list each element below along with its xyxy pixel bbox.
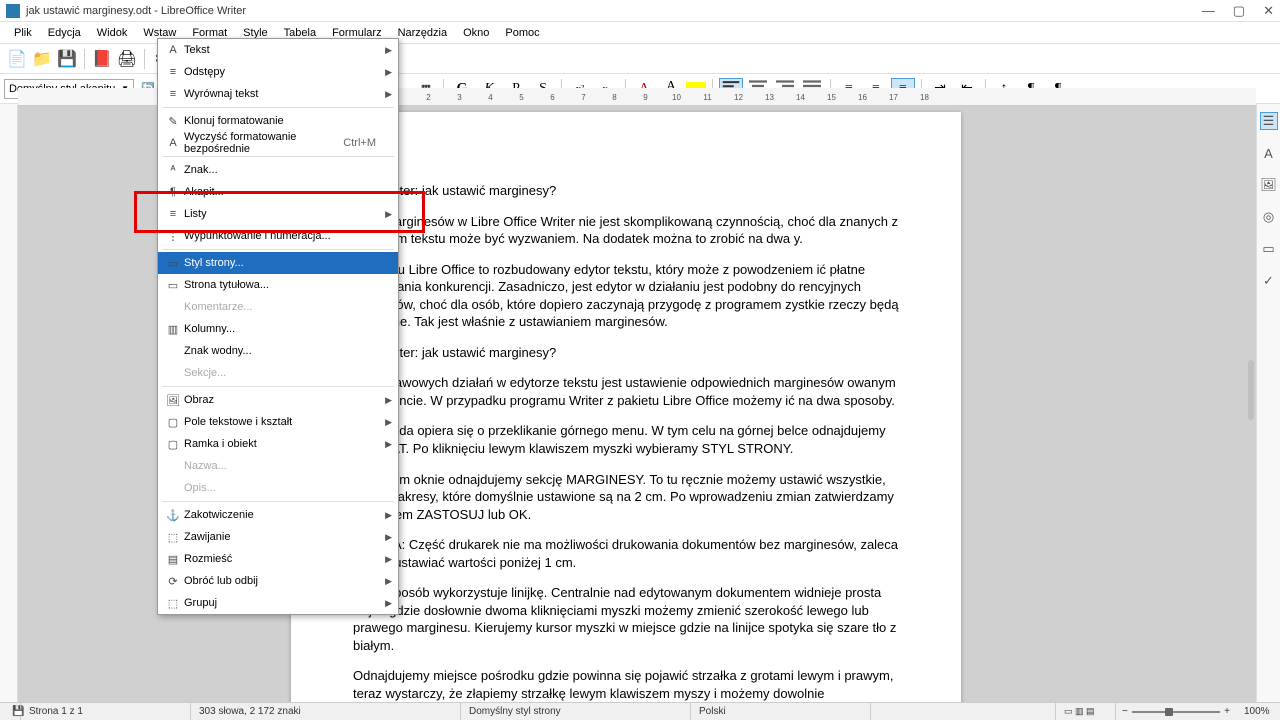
print-button[interactable]: 🖨 [116, 48, 138, 70]
menu-item-komentarze: Komentarze... [158, 296, 398, 318]
menu-item-zakotwiczenie[interactable]: ⚓Zakotwiczenie▶ [158, 504, 398, 526]
save-button[interactable]: 💾 [56, 48, 78, 70]
ruler-vertical[interactable] [0, 104, 18, 702]
menu-item-wyczysc[interactable]: AWyczyść formatowanie bezpośrednieCtrl+M [158, 132, 398, 154]
menu-item-rozmiesc[interactable]: ▤Rozmieść▶ [158, 548, 398, 570]
menu-narzedzia[interactable]: Narzędzia [390, 25, 456, 41]
menu-item-nazwa: Nazwa... [158, 455, 398, 477]
status-save-icon[interactable]: 💾 [4, 703, 21, 720]
menu-item-zawijanie[interactable]: ⬚Zawijanie▶ [158, 526, 398, 548]
menu-item-znak-wodny[interactable]: Znak wodny... [158, 340, 398, 362]
statusbar: 💾 Strona 1 z 1 303 słowa, 2 172 znaki Do… [0, 702, 1280, 720]
menu-item-akapit[interactable]: ¶Akapit... [158, 181, 398, 203]
open-button[interactable]: 📁 [31, 48, 53, 70]
zoom-slider[interactable]: −+ [1116, 706, 1236, 717]
menu-item-obraz[interactable]: 🖼Obraz▶ [158, 389, 398, 411]
menu-item-tekst[interactable]: ATekst▶ [158, 39, 398, 61]
close-button[interactable]: ✕ [1263, 3, 1274, 19]
scrollbar-thumb[interactable] [1248, 360, 1254, 420]
menu-item-strona-tytulowa[interactable]: ▭Strona tytułowa... [158, 274, 398, 296]
status-page-style[interactable]: Domyślny styl strony [461, 703, 691, 720]
doc-heading: ffice Writer: jak ustawić marginesy? [353, 344, 899, 362]
doc-paragraph: z pakietu Libre Office to rozbudowany ed… [353, 261, 899, 331]
status-view-icons[interactable]: ▭ ▥ ▤ [1056, 703, 1116, 720]
sidebar-properties-icon[interactable]: ☰ [1260, 112, 1278, 130]
doc-paragraph: Drugi sposób wykorzystuje linijkę. Centr… [353, 584, 899, 654]
menu-okno[interactable]: Okno [455, 25, 497, 41]
menu-item-pole-tekstowe[interactable]: ▢Pole tekstowe i kształt▶ [158, 411, 398, 433]
menu-item-opis: Opis... [158, 477, 398, 499]
export-pdf-button[interactable]: 📕 [91, 48, 113, 70]
app-icon [6, 4, 20, 18]
format-menu-dropdown: ATekst▶ ≡Odstępy▶ ≡Wyrównaj tekst▶ ✎Klon… [157, 38, 399, 615]
status-page[interactable]: Strona 1 z 1 [21, 703, 191, 720]
new-doc-button[interactable]: 📄 [6, 48, 28, 70]
doc-paragraph: Odnajdujemy miejsce pośrodku gdzie powin… [353, 667, 899, 702]
minimize-button[interactable]: — [1202, 3, 1215, 19]
doc-heading: ffice Writer: jak ustawić marginesy? [353, 182, 899, 200]
status-language[interactable]: Polski [691, 703, 871, 720]
menu-item-odstepy[interactable]: ≡Odstępy▶ [158, 61, 398, 83]
menu-item-grupuj[interactable]: ⬚Grupuj▶ [158, 592, 398, 614]
doc-paragraph: W nowym oknie odnajdujemy sekcję MARGINE… [353, 471, 899, 524]
menu-item-sekcje: Sekcje... [158, 362, 398, 384]
menu-item-znak[interactable]: ᴬZnak... [158, 159, 398, 181]
sidebar-gallery-icon[interactable]: 🖼 [1260, 176, 1278, 194]
doc-paragraph: ienie marginesów w Libre Office Writer n… [353, 213, 899, 248]
doc-paragraph: z podstawowych działań w edytorze tekstu… [353, 374, 899, 409]
menu-plik[interactable]: Plik [6, 25, 40, 41]
menu-widok[interactable]: Widok [89, 25, 136, 41]
menu-edycja[interactable]: Edycja [40, 25, 89, 41]
maximize-button[interactable]: ▢ [1233, 3, 1245, 19]
menu-item-wypunktowanie[interactable]: ⋮Wypunktowanie i numeracja... [158, 225, 398, 247]
menu-item-obroc[interactable]: ⟳Obróć lub odbij▶ [158, 570, 398, 592]
sidebar-right: ☰ A 🖼 ◎ ▭ ✓ [1256, 104, 1280, 702]
doc-paragraph: UWAGA: Część drukarek nie ma możliwości … [353, 536, 899, 571]
menu-item-wyrownaj[interactable]: ≡Wyrównaj tekst▶ [158, 83, 398, 105]
sidebar-inspect-icon[interactable]: ✓ [1260, 272, 1278, 290]
menu-item-listy[interactable]: ≡Listy▶ [158, 203, 398, 225]
sidebar-page-icon[interactable]: ▭ [1260, 240, 1278, 258]
menu-item-ramka[interactable]: ▢Ramka i obiekt▶ [158, 433, 398, 455]
menu-item-styl-strony[interactable]: ▭Styl strony... [158, 252, 398, 274]
menu-pomoc[interactable]: Pomoc [497, 25, 547, 41]
zoom-value[interactable]: 100% [1236, 703, 1276, 720]
menu-item-klonuj[interactable]: ✎Klonuj formatowanie [158, 110, 398, 132]
window-title: jak ustawić marginesy.odt - LibreOffice … [26, 5, 1202, 17]
status-insert-mode[interactable] [871, 703, 1056, 720]
sidebar-navigator-icon[interactable]: ◎ [1260, 208, 1278, 226]
doc-paragraph: za metoda opiera się o przeklikanie górn… [353, 422, 899, 457]
status-words[interactable]: 303 słowa, 2 172 znaki [191, 703, 461, 720]
sidebar-styles-icon[interactable]: A [1260, 144, 1278, 162]
menu-item-kolumny[interactable]: ▥Kolumny... [158, 318, 398, 340]
